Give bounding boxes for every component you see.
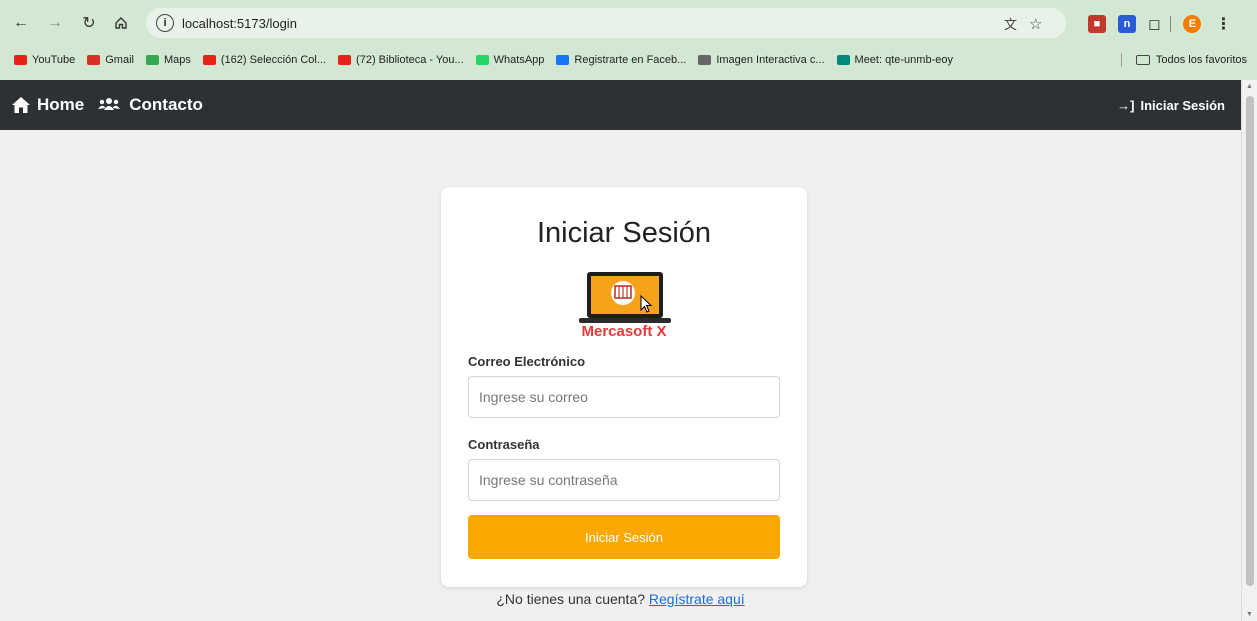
bookmark-favicon-icon [556,55,570,65]
browser-chrome: ← → ↻ i localhost:5173/login 文 ☆ ■ n ◻ E… [0,0,1257,80]
login-card: Iniciar Sesión Mercasoft X Correo Electr… [441,187,807,587]
bookmark-label: WhatsApp [493,54,545,66]
profile-avatar[interactable]: E [1183,15,1202,33]
bookmark-label: (72) Biblioteca - You... [356,54,464,66]
site-info-icon[interactable]: i [156,14,174,32]
nav-contact[interactable]: Contacto [98,95,203,115]
register-prompt: ¿No tienes una cuenta? Regístrate aquí [0,591,1241,607]
password-field[interactable] [468,459,780,501]
menu-kebab-icon[interactable]: ⋮ [1215,14,1231,34]
nav-contact-label: Contacto [129,95,203,114]
home-icon [12,97,30,113]
home-icon[interactable] [108,10,134,36]
extension-icon[interactable]: n [1118,15,1136,33]
address-bar[interactable]: i localhost:5173/login [146,8,1066,38]
bookmark-item[interactable]: Imagen Interactiva c... [698,54,825,66]
page-content: Iniciar Sesión Mercasoft X Correo Electr… [0,130,1241,621]
back-arrow-icon[interactable]: ← [8,10,34,36]
bookmark-item[interactable]: WhatsApp [475,54,545,66]
bookmark-star-icon[interactable]: ☆ [1029,15,1042,33]
bookmark-favicon-icon [475,55,489,65]
all-bookmarks[interactable]: Todos los favoritos [1120,48,1247,72]
bookmark-favicon-icon [14,55,27,65]
bookmark-item[interactable]: Maps [145,54,191,66]
url-text: localhost:5173/login [182,15,297,31]
bookmarks-bar: YouTube Gmail Maps (162) Selección Col... (7… [0,48,1257,72]
translate-icon[interactable]: 文 [1004,14,1017,33]
bookmark-favicon-icon [87,55,101,65]
nav-home[interactable]: Home [12,95,84,115]
all-bookmarks-label: Todos los favoritos [1155,54,1247,66]
bookmark-label: Imagen Interactiva c... [716,54,825,66]
logo-text: Mercasoft X [581,323,667,340]
bookmark-label: (162) Selección Col... [220,54,327,66]
bookmark-label: Registrarte en Faceb... [574,54,687,66]
page-scrollbar[interactable]: ▲ ▼ [1241,80,1257,621]
nav-home-label: Home [37,95,85,114]
nav-login-label: Iniciar Sesión [1140,97,1225,113]
extensions-puzzle-icon[interactable]: ◻ [1148,15,1160,33]
bookmark-item[interactable]: Meet: qte-unmb-eoy [836,54,953,66]
forward-arrow-icon[interactable]: → [42,10,68,36]
sign-in-icon: →] [1117,97,1135,113]
extension-icon[interactable]: ■ [1088,15,1106,33]
bookmark-label: YouTube [32,54,76,66]
browser-toolbar: ← → ↻ i localhost:5173/login 文 ☆ ■ n ◻ E… [0,5,1257,41]
reload-icon[interactable]: ↻ [76,10,102,36]
register-prompt-text: ¿No tienes una cuenta? [496,591,646,607]
scroll-down-arrow-icon[interactable]: ▼ [1246,611,1253,618]
users-icon [98,98,121,110]
bookmark-favicon-icon [202,55,216,65]
email-field[interactable] [468,376,780,418]
bookmark-item[interactable]: Registrarte en Faceb... [556,54,686,66]
login-title: Iniciar Sesión [536,217,712,249]
folder-icon [1135,55,1150,65]
register-link[interactable]: Regístrate aquí [649,591,745,607]
bookmark-item[interactable]: (162) Selección Col... [202,54,327,66]
bookmark-favicon-icon [145,55,159,65]
login-submit-button[interactable]: Iniciar Sesión [468,515,780,559]
password-label: Contraseña [468,437,540,452]
bookmark-favicon-icon [338,55,352,65]
bookmark-item[interactable]: YouTube [14,54,75,66]
bookmark-favicon-icon [836,55,850,65]
scrollbar-thumb[interactable] [1246,96,1254,586]
bookmark-label: Gmail [105,54,134,66]
toolbar-divider [1170,16,1172,32]
bookmark-favicon-icon [698,55,712,65]
email-label: Correo Electrónico [468,354,586,369]
bookmark-item[interactable]: Gmail [87,54,134,66]
bookmark-label: Meet: qte-unmb-eoy [854,54,953,66]
bookmarks-divider [1120,53,1122,67]
scroll-up-arrow-icon[interactable]: ▲ [1246,83,1253,90]
bookmark-label: Maps [163,54,191,66]
app-navbar: Home Contacto →] Iniciar Sesión [0,80,1241,130]
bookmark-item[interactable]: (72) Biblioteca - You... [338,54,464,66]
nav-login[interactable]: →] Iniciar Sesión [1117,80,1225,130]
